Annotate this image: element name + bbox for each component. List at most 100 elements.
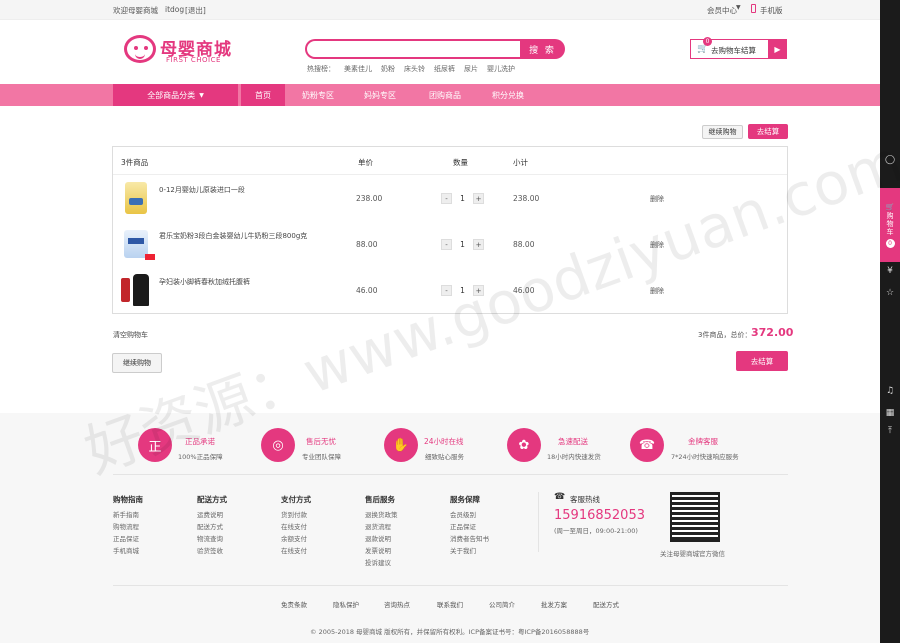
quantity-value[interactable]: 1 — [452, 240, 473, 249]
product-image[interactable] — [119, 226, 155, 260]
sidebar-cart-icon: 🛒 — [885, 203, 895, 211]
footer-link[interactable]: 正品保证 — [450, 521, 476, 531]
nav-item-home[interactable]: 首页 — [241, 84, 285, 106]
phone-icon: ☎ — [554, 492, 566, 502]
footer-divider — [113, 474, 788, 475]
continue-shopping-top-button[interactable]: 继续购物 — [702, 125, 743, 139]
footer-link[interactable]: 运费说明 — [197, 509, 223, 519]
all-categories-label: 全部商品分类 — [147, 90, 196, 100]
summary-label: 3件商品，总价： — [698, 331, 752, 339]
footer-link[interactable]: 余额支付 — [281, 533, 307, 543]
delete-link[interactable]: 删除 — [650, 286, 664, 296]
hot-word[interactable]: 美素佳儿 — [344, 64, 372, 74]
plus-button[interactable]: + — [473, 193, 484, 204]
quantity-stepper: - 1 + — [441, 285, 484, 296]
bottom-link[interactable]: 咨询热点 — [384, 599, 410, 609]
headset-icon[interactable]: ♫ — [880, 386, 900, 396]
footer-link[interactable]: 投诉建议 — [365, 557, 391, 567]
right-sidebar — [880, 0, 900, 643]
checkout-button[interactable]: 去结算 — [736, 351, 788, 371]
yen-icon[interactable]: ¥ — [880, 266, 900, 276]
product-name[interactable]: 君乐宝奶粉3段白金装婴幼儿牛奶粉三段800g克 — [159, 231, 307, 241]
delete-link[interactable]: 删除 — [650, 194, 664, 204]
hotline-number: 15916852053 — [554, 508, 645, 523]
hot-word[interactable]: 婴儿洗护 — [487, 64, 515, 74]
checkout-top-button[interactable]: 去结算 — [748, 124, 788, 139]
footer-link[interactable]: 在线支付 — [281, 545, 307, 555]
footer-link[interactable]: 验货签收 — [197, 545, 223, 555]
footer-link[interactable]: 物流查询 — [197, 533, 223, 543]
footer-link[interactable]: 会员级别 — [450, 509, 476, 519]
minus-button[interactable]: - — [441, 239, 452, 250]
delivery-icon: ✿ — [507, 428, 541, 462]
subtotal: 238.00 — [513, 194, 540, 203]
search-input[interactable] — [305, 39, 521, 59]
quantity-value[interactable]: 1 — [452, 194, 473, 203]
minus-button[interactable]: - — [441, 193, 452, 204]
feature-title: 正品承诺 — [185, 437, 215, 446]
hot-word[interactable]: 纸尿裤 — [434, 64, 455, 74]
search-button[interactable]: 搜 索 — [520, 39, 565, 59]
back-to-top-icon[interactable]: ⤒ — [880, 426, 900, 436]
star-icon[interactable]: ☆ — [880, 288, 900, 298]
nav-item-mom[interactable]: 妈妈专区 — [356, 84, 404, 106]
plus-button[interactable]: + — [473, 239, 484, 250]
bottom-link[interactable]: 免责条款 — [281, 599, 307, 609]
feature-subtitle: 专业团队保障 — [302, 453, 341, 461]
clear-cart-link[interactable]: 清空购物车 — [113, 330, 148, 340]
nav-item-milk[interactable]: 奶粉专区 — [294, 84, 342, 106]
footer-divider — [113, 585, 788, 586]
product-name[interactable]: 0-12月婴幼儿原装进口一段 — [159, 185, 245, 195]
chevron-right-icon[interactable]: ▶ — [768, 39, 787, 59]
footer-link[interactable]: 退款说明 — [365, 533, 391, 543]
all-categories-menu[interactable]: 全部商品分类 ▼ — [113, 84, 238, 106]
user-icon[interactable]: ◯ — [880, 155, 900, 165]
chevron-down-icon: ▼ — [199, 91, 204, 99]
bottom-link[interactable]: 配送方式 — [593, 599, 619, 609]
footer-link[interactable]: 购物流程 — [113, 521, 139, 531]
footer-link[interactable]: 手机商城 — [113, 545, 139, 555]
product-name[interactable]: 孕妇装小脚裤春秋加绒托腹裤 — [159, 277, 250, 287]
feature-title: 24小时在线 — [424, 437, 464, 446]
bottom-link[interactable]: 隐私保护 — [333, 599, 359, 609]
bottom-link[interactable]: 联系我们 — [437, 599, 463, 609]
delete-link[interactable]: 删除 — [650, 240, 664, 250]
footer-link[interactable]: 配送方式 — [197, 521, 223, 531]
bottom-link[interactable]: 公司简介 — [489, 599, 515, 609]
nav-item-group[interactable]: 团购商品 — [421, 84, 469, 106]
footer-link[interactable]: 退货流程 — [365, 521, 391, 531]
footer-link[interactable]: 在线支付 — [281, 521, 307, 531]
logout-link[interactable]: [退出] — [185, 5, 206, 16]
sidebar-cart-label: 购物车 — [886, 212, 894, 236]
hot-word[interactable]: 奶粉 — [381, 64, 395, 74]
footer-col-title: 购物指南 — [113, 495, 143, 504]
mobile-link[interactable]: 手机版 — [760, 5, 783, 16]
plus-button[interactable]: + — [473, 285, 484, 296]
bottom-link[interactable]: 批发方案 — [541, 599, 567, 609]
hot-word[interactable]: 床头铃 — [404, 64, 425, 74]
qr-icon[interactable]: ▦ — [880, 408, 900, 418]
footer-link[interactable]: 正品保证 — [113, 533, 139, 543]
header-price: 单价 — [358, 158, 373, 167]
logo-icon[interactable] — [124, 35, 156, 63]
footer-link[interactable]: 新手指南 — [113, 509, 139, 519]
subtotal: 88.00 — [513, 240, 535, 249]
hot-word[interactable]: 尿片 — [464, 64, 478, 74]
product-image[interactable] — [119, 272, 155, 306]
nav-item-points[interactable]: 积分兑换 — [484, 84, 532, 106]
username-link[interactable]: itdog — [165, 5, 184, 14]
hotline-hours: (周一至周日，09:00-21:00) — [554, 527, 638, 535]
continue-shopping-button[interactable]: 继续购物 — [112, 353, 162, 373]
sidebar-cart-button[interactable]: 🛒 购物车 0 — [880, 188, 900, 262]
unit-price: 88.00 — [356, 240, 378, 249]
online-support-icon: ✋ — [384, 428, 418, 462]
footer-link[interactable]: 退换货政策 — [365, 509, 398, 519]
footer-link[interactable]: 货到付款 — [281, 509, 307, 519]
product-image[interactable] — [119, 180, 155, 214]
footer-link[interactable]: 消费者告知书 — [450, 533, 489, 543]
quantity-value[interactable]: 1 — [452, 286, 473, 295]
member-center-link[interactable]: 会员中心 — [707, 5, 737, 16]
footer-link[interactable]: 关于我们 — [450, 545, 476, 555]
footer-link[interactable]: 发票说明 — [365, 545, 391, 555]
minus-button[interactable]: - — [441, 285, 452, 296]
